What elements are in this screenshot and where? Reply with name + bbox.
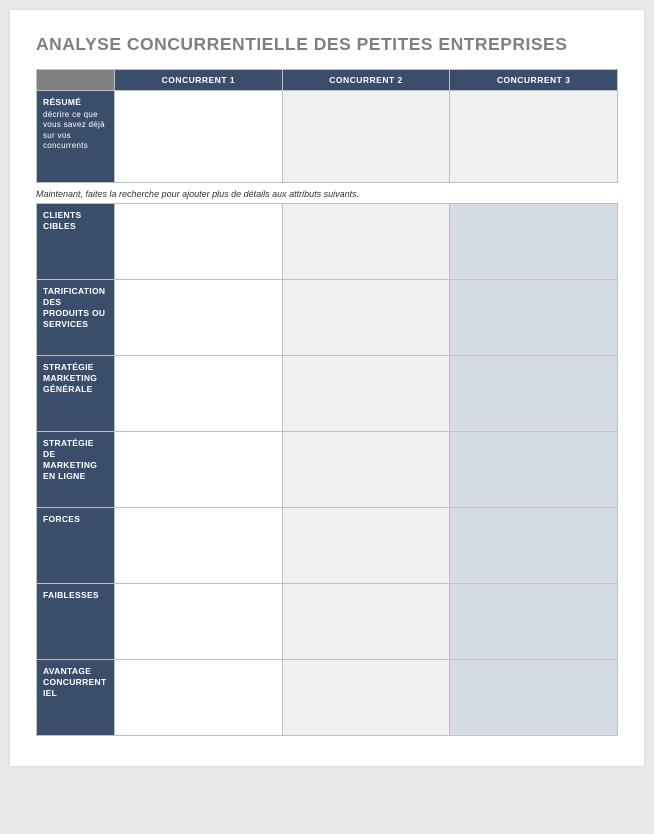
column-header-1: CONCURRENT 1: [115, 70, 283, 91]
row-label-advantage: AVANTAGE CONCURRENTIEL: [37, 660, 115, 736]
row-label-strengths: FORCES: [37, 508, 115, 584]
cell-r6-c3[interactable]: [450, 584, 618, 660]
cell-r6-c2[interactable]: [282, 584, 450, 660]
cell-summary-c2[interactable]: [282, 91, 450, 183]
header-corner: [37, 70, 115, 91]
row-label-summary-sub: décrire ce que vous savez déjà sur vos c…: [43, 110, 108, 152]
cell-r6-c1[interactable]: [115, 584, 283, 660]
row-label-weaknesses: FAIBLESSES: [37, 584, 115, 660]
cell-r4-c1[interactable]: [115, 432, 283, 508]
row-label-summary: RÉSUMÉ décrire ce que vous savez déjà su…: [37, 91, 115, 183]
cell-r7-c3[interactable]: [450, 660, 618, 736]
document-page: ANALYSE CONCURRENTIELLE DES PETITES ENTR…: [10, 10, 644, 766]
row-pricing: TARIFICATION DES PRODUITS OU SERVICES: [37, 280, 618, 356]
cell-summary-c3[interactable]: [450, 91, 618, 183]
cell-r3-c2[interactable]: [282, 356, 450, 432]
cell-r1-c2[interactable]: [282, 204, 450, 280]
cell-r2-c3[interactable]: [450, 280, 618, 356]
header-row: CONCURRENT 1 CONCURRENT 2 CONCURRENT 3: [37, 70, 618, 91]
cell-r3-c3[interactable]: [450, 356, 618, 432]
cell-r5-c2[interactable]: [282, 508, 450, 584]
cell-r1-c1[interactable]: [115, 204, 283, 280]
row-label-clients: CLIENTS CIBLES: [37, 204, 115, 280]
cell-r1-c3[interactable]: [450, 204, 618, 280]
cell-summary-c1[interactable]: [115, 91, 283, 183]
row-label-pricing: TARIFICATION DES PRODUITS OU SERVICES: [37, 280, 115, 356]
cell-r5-c1[interactable]: [115, 508, 283, 584]
row-weaknesses: FAIBLESSES: [37, 584, 618, 660]
row-marketing-online: STRATÉGIE DE MARKETING EN LIGNE: [37, 432, 618, 508]
cell-r4-c2[interactable]: [282, 432, 450, 508]
row-clients: CLIENTS CIBLES: [37, 204, 618, 280]
column-header-3: CONCURRENT 3: [450, 70, 618, 91]
cell-r3-c1[interactable]: [115, 356, 283, 432]
summary-table: CONCURRENT 1 CONCURRENT 2 CONCURRENT 3 R…: [36, 69, 618, 183]
column-header-2: CONCURRENT 2: [282, 70, 450, 91]
page-title: ANALYSE CONCURRENTIELLE DES PETITES ENTR…: [36, 34, 618, 55]
details-table: CLIENTS CIBLES TARIFICATION DES PRODUITS…: [36, 203, 618, 736]
cell-r4-c3[interactable]: [450, 432, 618, 508]
row-advantage: AVANTAGE CONCURRENTIEL: [37, 660, 618, 736]
cell-r2-c2[interactable]: [282, 280, 450, 356]
row-label-marketing-general: STRATÉGIE MARKETING GÉNÉRALE: [37, 356, 115, 432]
row-marketing-general: STRATÉGIE MARKETING GÉNÉRALE: [37, 356, 618, 432]
cell-r7-c1[interactable]: [115, 660, 283, 736]
cell-r7-c2[interactable]: [282, 660, 450, 736]
row-strengths: FORCES: [37, 508, 618, 584]
row-label-summary-title: RÉSUMÉ: [43, 97, 81, 107]
cell-r2-c1[interactable]: [115, 280, 283, 356]
cell-r5-c3[interactable]: [450, 508, 618, 584]
summary-row: RÉSUMÉ décrire ce que vous savez déjà su…: [37, 91, 618, 183]
instruction-text: Maintenant, faites la recherche pour ajo…: [36, 189, 618, 199]
row-label-marketing-online: STRATÉGIE DE MARKETING EN LIGNE: [37, 432, 115, 508]
